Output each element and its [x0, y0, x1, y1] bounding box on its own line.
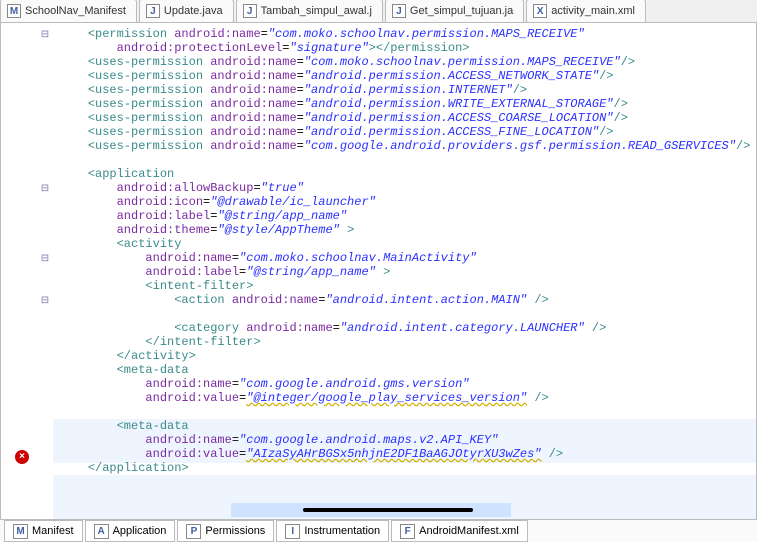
xml-icon: X: [533, 4, 547, 18]
java-icon: J: [243, 4, 257, 18]
java-icon: J: [392, 4, 406, 18]
manifest-icon: M: [7, 4, 21, 18]
error-icon: ×: [15, 450, 29, 464]
fold-toggle[interactable]: ⊟: [39, 184, 51, 196]
editor-code-area[interactable]: <permission android:name="com.moko.schoo…: [53, 23, 756, 519]
source-code[interactable]: <permission android:name="com.moko.schoo…: [53, 23, 756, 475]
tab-schoolnav-manifest[interactable]: MSchoolNav_Manifest: [0, 0, 137, 22]
tab-instrumentation[interactable]: IInstrumentation: [276, 520, 389, 542]
editor-shell: ⊟ ⊟ ⊟ ⊟ × <permission android:name="com.…: [0, 22, 757, 520]
tab-androidmanifest-xml[interactable]: FAndroidManifest.xml: [391, 520, 528, 542]
fold-toggle[interactable]: ⊟: [39, 296, 51, 308]
tab-tambah-simpul[interactable]: JTambah_simpul_awal.j: [236, 0, 383, 22]
manifest-icon: M: [13, 524, 28, 539]
tab-manifest[interactable]: MManifest: [4, 520, 83, 542]
redaction-overlay: [303, 508, 473, 512]
java-icon: J: [146, 4, 160, 18]
tab-update-java[interactable]: JUpdate.java: [139, 0, 234, 22]
tab-application[interactable]: AApplication: [85, 520, 176, 542]
tab-permissions[interactable]: PPermissions: [177, 520, 274, 542]
fold-toggle[interactable]: ⊟: [39, 30, 51, 42]
editor-tabs: MSchoolNav_Manifest JUpdate.java JTambah…: [0, 0, 757, 23]
permissions-icon: P: [186, 524, 201, 539]
application-icon: A: [94, 524, 109, 539]
editor-gutter: ⊟ ⊟ ⊟ ⊟ ×: [1, 23, 54, 519]
fold-toggle[interactable]: ⊟: [39, 254, 51, 266]
instrumentation-icon: I: [285, 524, 300, 539]
form-editor-tabs: MManifest AApplication PPermissions IIns…: [0, 519, 757, 542]
tab-activity-main-xml[interactable]: Xactivity_main.xml: [526, 0, 646, 22]
tab-get-simpul[interactable]: JGet_simpul_tujuan.ja: [385, 0, 524, 22]
file-icon: F: [400, 524, 415, 539]
